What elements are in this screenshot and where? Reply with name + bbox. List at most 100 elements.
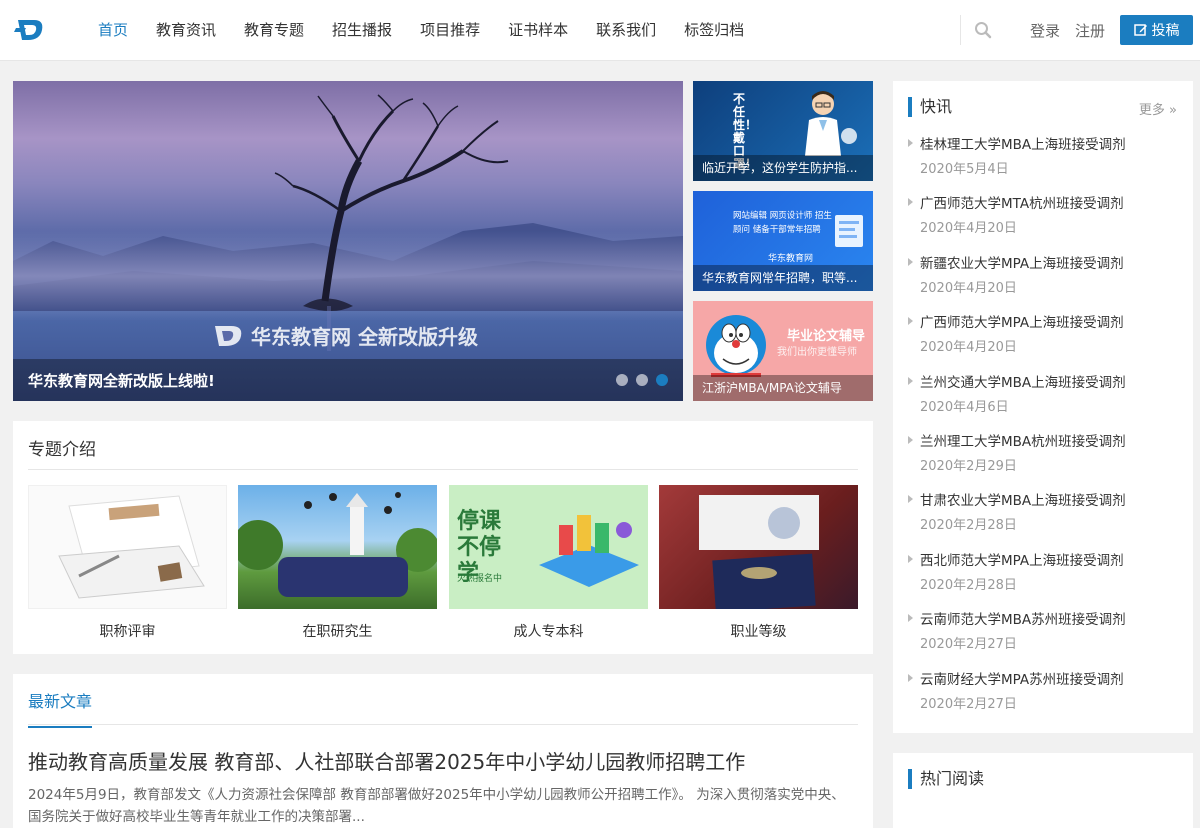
news-date: 2020年2月28日 (920, 518, 1017, 534)
news-title[interactable]: 云南财经大学MPA苏州班接受调剂 (920, 664, 1183, 688)
news-date: 2020年4月20日 (920, 280, 1017, 296)
topic-card-title-review[interactable]: 职称评审 (28, 485, 227, 641)
topic-label: 职业等级 (730, 624, 787, 640)
topics-title: 专题介绍 (28, 440, 96, 460)
topic-image-graduation (238, 485, 437, 609)
feature-tile-caption: 临近开学，这份学生防护指... (693, 155, 873, 181)
topic-image-online-class: 停课不停学 火热报名中 (449, 485, 648, 609)
news-date: 2020年2月29日 (920, 458, 1017, 474)
feature-tile-caption: 江浙沪MBA/MPA论文辅导 (693, 375, 873, 401)
slider-caption[interactable]: 华东教育网全新改版上线啦! (28, 370, 215, 391)
list-item[interactable]: 新疆农业大学MPA上海班接受调剂 2020年4月20日 (908, 248, 1183, 307)
news-title[interactable]: 桂林理工大学MBA上海班接受调剂 (920, 129, 1183, 153)
news-title[interactable]: 云南师范大学MBA苏州班接受调剂 (920, 604, 1183, 628)
search-icon (974, 22, 991, 39)
main-nav: 首页 教育资讯 教育专题 招生播报 项目推荐 证书样本 联系我们 标签归档 (84, 0, 758, 61)
topic-card-graduate[interactable]: 在职研究生 (238, 485, 437, 641)
online-class-art-subtext: 火热报名中 (457, 574, 503, 584)
topic-card-vocational[interactable]: 职业等级 (659, 485, 858, 641)
nav-certificates[interactable]: 证书样本 (494, 0, 582, 61)
news-title[interactable]: 兰州交通大学MBA上海班接受调剂 (920, 367, 1183, 391)
list-item[interactable]: 云南财经大学MPA苏州班接受调剂 2020年2月27日 (908, 664, 1183, 723)
news-title[interactable]: 西北师范大学MPA上海班接受调剂 (920, 545, 1183, 569)
feature-tile-mask-guide[interactable]: 不任性！戴口罩！ 临近开学，这份学生防护指... (693, 81, 873, 181)
topics-panel: 专题介绍 职称评审 在职研究生 停课不停学 火热报名中 成人专本科 职业等级 (13, 421, 873, 654)
news-date: 2020年2月28日 (920, 577, 1017, 593)
topic-image-laptop (28, 485, 227, 609)
news-more-link[interactable]: 更多 » (1139, 99, 1177, 118)
latest-articles-panel: 最新文章 推动教育高质量发展 教育部、人社部联合部署2025年中小学幼儿园教师招… (13, 674, 873, 828)
slider-caption-bar: 华东教育网全新改版上线啦! (13, 359, 683, 401)
edit-icon (1133, 24, 1147, 36)
hot-reading-panel: 热门阅读 (893, 753, 1193, 828)
site-logo-icon[interactable] (14, 14, 46, 46)
news-date: 2020年2月27日 (920, 637, 1017, 653)
tab-latest-articles[interactable]: 最新文章 (28, 688, 93, 728)
register-link[interactable]: 注册 (1075, 20, 1105, 41)
news-date: 2020年5月4日 (920, 162, 1009, 177)
tablet-illustration (539, 515, 639, 587)
news-date: 2020年2月27日 (920, 696, 1017, 712)
news-title[interactable]: 兰州理工大学MBA杭州班接受调剂 (920, 426, 1183, 450)
topic-label: 成人专本科 (513, 624, 584, 640)
divider (28, 724, 858, 725)
list-item[interactable]: 云南师范大学MBA苏州班接受调剂 2020年2月27日 (908, 604, 1183, 663)
feature-tile-caption: 华东教育网常年招聘，职等... (693, 265, 873, 291)
slider-watermark: 华东教育网 全新改版升级 (211, 321, 478, 350)
graduation-illustration (238, 492, 437, 597)
news-title[interactable]: 广西师范大学MTA杭州班接受调剂 (920, 188, 1183, 212)
news-date: 2020年4月20日 (920, 221, 1017, 237)
divider (28, 469, 858, 470)
news-date: 2020年4月6日 (920, 399, 1009, 415)
nav-tags[interactable]: 标签归档 (670, 0, 758, 61)
doctor-illustration (805, 91, 857, 156)
slider-dot-1[interactable] (616, 374, 628, 386)
article-title[interactable]: 推动教育高质量发展 教育部、人社部联合部署2025年中小学幼儿园教师招聘工作 (28, 746, 745, 775)
news-title[interactable]: 甘肃农业大学MBA上海班接受调剂 (920, 485, 1183, 509)
article-excerpt: 2024年5月9日，教育部发文《人力资源社会保障部 教育部部署做好2025年中小… (28, 787, 845, 825)
hero-slider[interactable]: 华东教育网 全新改版升级 华东教育网全新改版上线啦! (13, 81, 683, 401)
news-flash-title: 快讯 (908, 97, 952, 117)
feature-tile-thesis[interactable]: 毕业论文辅导 我们出你更懂导师 江浙沪MBA/MPA论文辅导 (693, 301, 873, 401)
news-title[interactable]: 广西师范大学MPA上海班接受调剂 (920, 307, 1183, 331)
chart-illustration (835, 215, 863, 247)
nav-programs[interactable]: 项目推荐 (406, 0, 494, 61)
topic-image-certificates (659, 485, 858, 609)
nav-home[interactable]: 首页 (84, 0, 142, 61)
feature-tile-hiring[interactable]: 网站编辑 网页设计师 招生顾问 储备干部常年招聘 华东教育网 华东教育网常年招聘… (693, 191, 873, 291)
submit-article-button[interactable]: 投稿 (1120, 15, 1193, 45)
news-title[interactable]: 新疆农业大学MPA上海班接受调剂 (920, 248, 1183, 272)
site-header: 首页 教育资讯 教育专题 招生播报 项目推荐 证书样本 联系我们 标签归档 登录… (0, 0, 1200, 61)
slider-watermark-text: 华东教育网 全新改版升级 (251, 325, 478, 349)
list-item[interactable]: 兰州理工大学MBA杭州班接受调剂 2020年2月29日 (908, 426, 1183, 485)
submit-article-label: 投稿 (1151, 23, 1180, 39)
nav-admissions[interactable]: 招生播报 (318, 0, 406, 61)
nav-education-news[interactable]: 教育资讯 (142, 0, 230, 61)
search-button[interactable] (960, 15, 1004, 45)
thesis-poster-subtext: 我们出你更懂导师 (777, 347, 857, 358)
topic-card-adult-education[interactable]: 停课不停学 火热报名中 成人专本科 (449, 485, 648, 641)
list-item[interactable]: 兰州交通大学MBA上海班接受调剂 2020年4月6日 (908, 367, 1183, 426)
slider-dot-2[interactable] (636, 374, 648, 386)
laptop-illustration (58, 495, 205, 599)
hiring-poster-text: 网站编辑 网页设计师 招生顾问 储备干部常年招聘 (733, 211, 832, 235)
news-date: 2020年4月20日 (920, 340, 1017, 356)
hiring-poster-brand: 华东教育网 (768, 254, 814, 264)
list-item[interactable]: 桂林理工大学MBA上海班接受调剂 2020年5月4日 (908, 129, 1183, 188)
slider-dot-3[interactable] (656, 374, 668, 386)
nav-education-topics[interactable]: 教育专题 (230, 0, 318, 61)
list-item[interactable]: 甘肃农业大学MBA上海班接受调剂 2020年2月28日 (908, 485, 1183, 544)
certificate-illustration (699, 495, 819, 609)
watermark-logo-icon (215, 325, 242, 346)
news-list: 桂林理工大学MBA上海班接受调剂 2020年5月4日 广西师范大学MTA杭州班接受… (908, 129, 1183, 723)
list-item[interactable]: 广西师范大学MTA杭州班接受调剂 2020年4月20日 (908, 188, 1183, 247)
hot-reading-title: 热门阅读 (908, 769, 984, 789)
news-flash-panel: 快讯 更多 » 桂林理工大学MBA上海班接受调剂 2020年5月4日 广西师范大学… (893, 81, 1193, 733)
nav-contact[interactable]: 联系我们 (582, 0, 670, 61)
login-link[interactable]: 登录 (1030, 20, 1060, 41)
list-item[interactable]: 广西师范大学MPA上海班接受调剂 2020年4月20日 (908, 307, 1183, 366)
list-item[interactable]: 西北师范大学MPA上海班接受调剂 2020年2月28日 (908, 545, 1183, 604)
topic-label: 在职研究生 (302, 624, 373, 640)
thesis-poster-text: 毕业论文辅导 (787, 329, 866, 344)
slider-dots (616, 374, 668, 386)
